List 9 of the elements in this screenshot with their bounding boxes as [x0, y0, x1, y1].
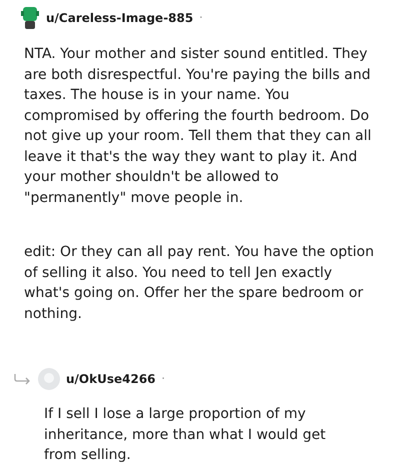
username[interactable]: u/Careless-Image-885	[46, 9, 194, 27]
separator-dot: ·	[199, 10, 203, 26]
comment-text: If I sell I lose a large proportion of my inheritance, more than what I would get from selling.	[44, 405, 327, 465]
comment-text: NTA. Your mother and sister sound entitled. They are both disrespectful. You're paying the bills and taxes. The house is in your name. You compromised by offering the fourth bedroom. Do not give up your room. Tell them that they can all leave it that's the way they want to play it. And your mother shouldn't be allowed to "permanently" move people in.	[24, 45, 372, 208]
username[interactable]: u/OkUse4266	[66, 370, 156, 388]
separator-dot: ·	[162, 370, 166, 387]
comment-text: edit: Or they can all pay rent. You have the option of selling it also. You need to tell Jen exactly what's going on. Offer her the spare bedroom or nothing.	[24, 243, 375, 324]
reply-arrow-icon	[14, 373, 32, 385]
avatar-icon[interactable]	[20, 6, 40, 30]
